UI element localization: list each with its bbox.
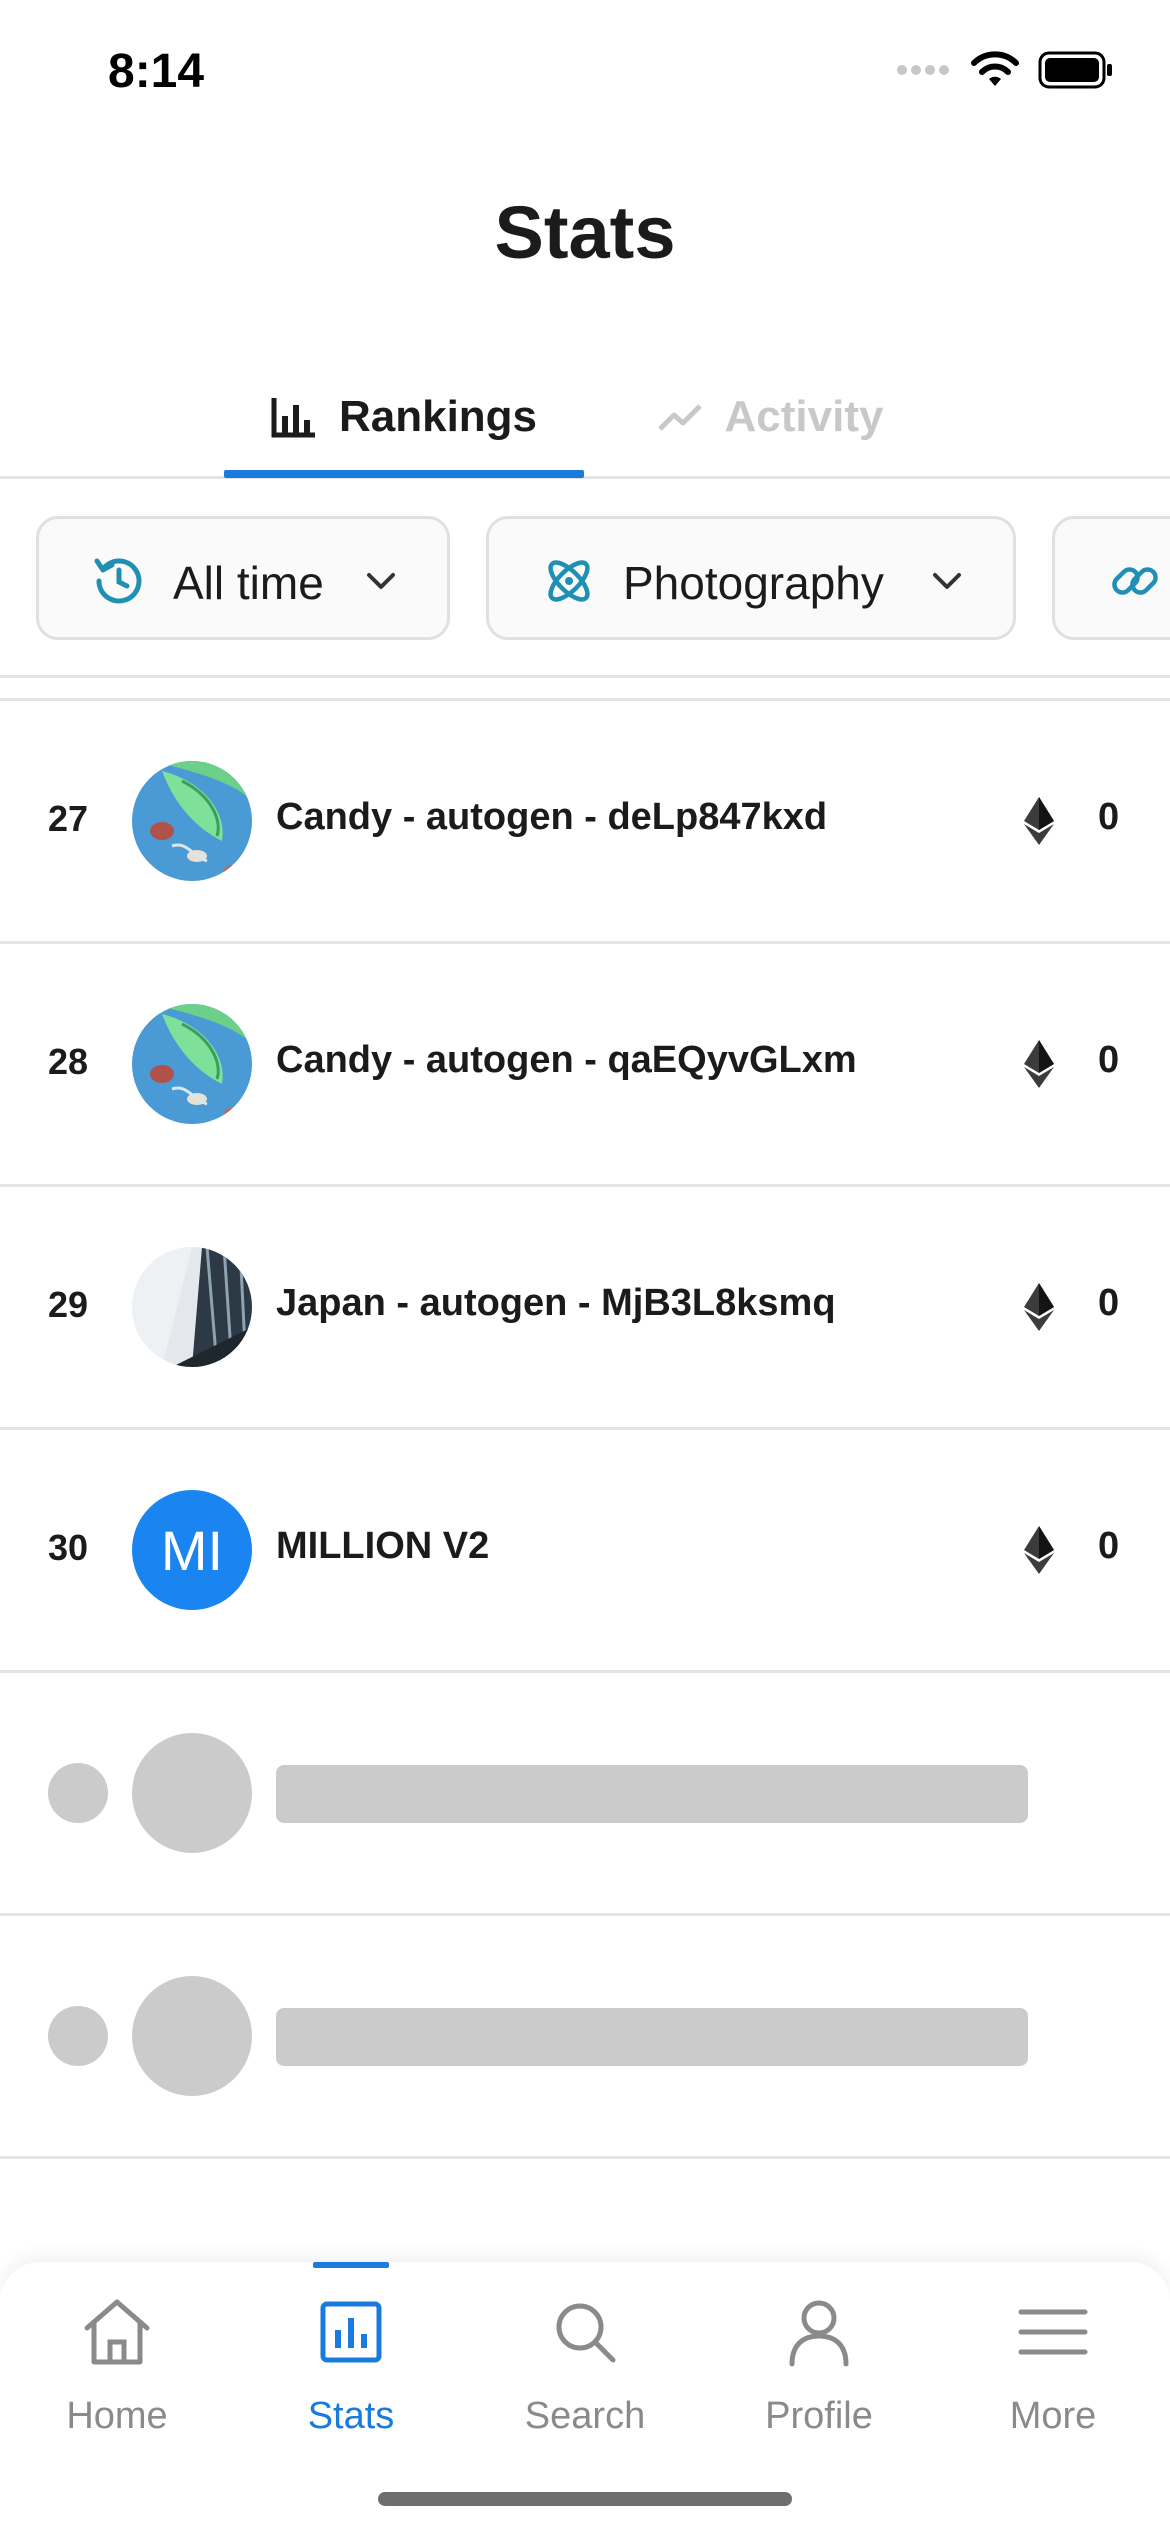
nav-stats[interactable]: Stats	[234, 2262, 468, 2462]
ranking-row[interactable]: 29 Japan - autogen - MjB3L8ksmq 0	[0, 1187, 1170, 1427]
skeleton-row	[0, 1916, 1170, 2156]
skeleton-rank	[48, 2006, 108, 2066]
nav-search-label: Search	[524, 2395, 646, 2437]
ethereum-icon	[1024, 1040, 1054, 1088]
nav-home[interactable]: Home	[0, 2262, 234, 2462]
tab-activity-label: Activity	[724, 392, 884, 441]
page-title: Stats	[494, 191, 676, 274]
tab-rankings[interactable]: Rankings	[224, 355, 584, 479]
rank-number: 28	[48, 1041, 89, 1082]
skeleton-rank	[48, 1763, 108, 1823]
collection-avatar	[132, 1004, 252, 1124]
skeleton-name	[276, 2008, 1028, 2066]
category-filter-dropdown[interactable]: Photography	[486, 516, 1016, 640]
status-time: 8:14	[108, 45, 205, 98]
ranking-row[interactable]: 27 Candy - autogen - deLp847kxd 0	[0, 701, 1170, 941]
status-bar: 8:14	[0, 0, 1170, 140]
volume-value: 0	[1098, 796, 1120, 838]
status-icons	[896, 50, 1114, 90]
skeleton-row	[0, 1673, 1170, 1913]
nav-more[interactable]: More	[936, 2262, 1170, 2462]
volume-value: 0	[1098, 1282, 1120, 1324]
ranking-row[interactable]: 28 Candy - autogen - qaEQyvGLxm 0	[0, 944, 1170, 1184]
wifi-icon	[971, 51, 1019, 86]
tab-active-indicator	[224, 470, 584, 478]
skeleton-avatar	[132, 1733, 252, 1853]
tab-rankings-label: Rankings	[338, 392, 538, 441]
nav-profile-label: Profile	[765, 2395, 873, 2437]
profile-icon	[789, 2300, 849, 2367]
signal-icon	[897, 65, 949, 75]
ranking-row[interactable]: 30 MI MILLION V2 0	[0, 1430, 1170, 1670]
link-icon	[1112, 567, 1158, 595]
nav-stats-label: Stats	[307, 2395, 395, 2437]
search-icon	[556, 2303, 616, 2363]
menu-icon	[1018, 2309, 1088, 2355]
skeleton-name	[276, 1765, 1028, 1823]
ethereum-icon	[1024, 797, 1054, 845]
chevron-down-icon	[367, 573, 395, 589]
divider	[0, 2156, 1170, 2159]
ethereum-icon	[1024, 1283, 1054, 1331]
skeleton-avatar	[132, 1976, 252, 2096]
collection-avatar	[132, 761, 252, 881]
time-filter-dropdown[interactable]: All time	[36, 516, 450, 640]
collection-name: Candy - autogen - deLp847kxd	[276, 796, 828, 838]
home-indicator	[378, 2492, 792, 2506]
home-icon	[84, 2299, 150, 2365]
atom-icon	[548, 560, 590, 602]
tab-activity[interactable]: Activity	[640, 355, 900, 479]
volume-value: 0	[1098, 1525, 1120, 1567]
volume-value: 0	[1098, 1039, 1120, 1081]
ethereum-icon	[1024, 1526, 1054, 1574]
nav-profile[interactable]: Profile	[702, 2262, 936, 2462]
battery-icon	[1038, 51, 1112, 89]
collection-name: Candy - autogen - qaEQyvGLxm	[276, 1039, 857, 1081]
chain-filter-dropdown[interactable]	[1052, 516, 1170, 640]
trend-icon	[657, 404, 702, 431]
rank-number: 29	[48, 1284, 89, 1325]
collection-avatar: MI	[132, 1490, 252, 1610]
time-reset-icon	[94, 558, 142, 604]
rank-number: 30	[48, 1527, 89, 1568]
chevron-down-icon	[933, 573, 961, 589]
category-filter-label: Photography	[623, 557, 884, 609]
nav-more-label: More	[1009, 2395, 1097, 2437]
bar-chart-icon	[271, 398, 315, 438]
collection-name: MILLION V2	[276, 1525, 490, 1567]
tab-bar: Rankings Activity	[0, 355, 1170, 479]
stats-icon	[320, 2301, 382, 2363]
collection-name: Japan - autogen - MjB3L8ksmq	[276, 1282, 836, 1324]
collection-avatar	[132, 1247, 252, 1367]
rank-number: 27	[48, 798, 89, 839]
time-filter-label: All time	[173, 557, 324, 609]
nav-home-label: Home	[66, 2395, 168, 2437]
nav-search[interactable]: Search	[468, 2262, 702, 2462]
filter-bar: All time Photography	[0, 478, 1170, 678]
